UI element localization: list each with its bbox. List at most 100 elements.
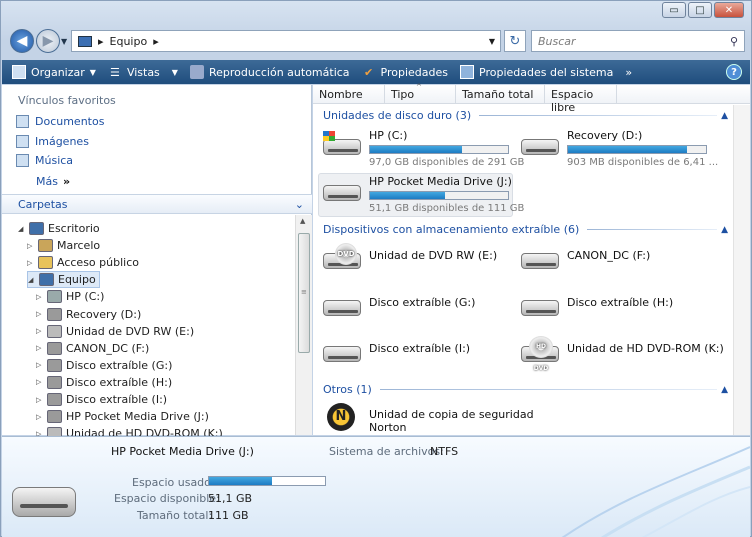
back-button[interactable]: ◀ — [10, 29, 34, 53]
drive-icon — [47, 375, 62, 389]
tree-item[interactable]: ▷ CANON_DC (F:) — [36, 340, 149, 357]
music-icon — [16, 154, 29, 167]
device-removable-h[interactable]: Disco extraíble (H:) — [519, 290, 673, 322]
tree-item[interactable]: ▷ Acceso público — [27, 254, 139, 271]
drive-icon — [321, 336, 363, 368]
column-header-name[interactable]: Nombre — [313, 85, 385, 104]
autoplay-button[interactable]: Reproducción automática — [184, 60, 356, 84]
views-label: Vistas — [126, 65, 160, 79]
device-canon-f[interactable]: CANON_DC (F:) — [519, 243, 650, 275]
expand-arrow-icon[interactable]: ▷ — [36, 344, 45, 352]
search-input[interactable]: Buscar ⚲ — [531, 30, 745, 52]
expand-arrow-icon[interactable]: ▷ — [36, 310, 45, 318]
device-removable-g[interactable]: Disco extraíble (G:) — [321, 290, 475, 322]
maximize-button[interactable]: □ — [688, 2, 712, 18]
breadcrumb-separator[interactable]: ▸ — [98, 35, 104, 48]
collapse-icon[interactable]: ▲ — [721, 111, 728, 121]
group-other[interactable]: Otros (1) ▲ — [323, 383, 728, 396]
chevron-down-icon[interactable]: ⌄ — [295, 198, 304, 211]
expand-arrow-icon[interactable]: ◢ — [28, 276, 37, 284]
favorite-documents[interactable]: Documentos — [16, 115, 104, 128]
folders-header[interactable]: Carpetas ⌄ — [2, 194, 312, 214]
group-hard-drives[interactable]: Unidades de disco duro (3) ▲ — [323, 109, 728, 122]
tree-item[interactable]: ▷ Disco extraíble (I:) — [36, 391, 167, 408]
collapse-icon[interactable]: ▲ — [721, 225, 728, 235]
user-folder-icon — [38, 239, 53, 253]
tree-item[interactable]: ▷ HP Pocket Media Drive (J:) — [36, 408, 209, 425]
expand-arrow-icon[interactable]: ▷ — [27, 242, 36, 250]
drive-free-space: 97,0 GB disponibles de 291 GB — [369, 157, 525, 168]
group-removable[interactable]: Dispositivos con almacenamiento extraíbl… — [323, 223, 728, 236]
tree-item-label: HP (C:) — [66, 290, 105, 304]
drive-hp-c[interactable]: HP (C:) 97,0 GB disponibles de 291 GB — [321, 129, 524, 168]
explorer-window: ▭ □ ✕ ◀ ▶ ▼ ▸ Equipo ▸ ▼ ↻ Buscar ⚲ Orga… — [0, 0, 752, 537]
address-bar[interactable]: ▸ Equipo ▸ ▼ — [71, 30, 501, 52]
device-dvd-rw-e[interactable]: DVD Unidad de DVD RW (E:) — [321, 243, 497, 275]
minimize-button[interactable]: ▭ — [662, 2, 686, 18]
drive-icon — [47, 358, 62, 372]
drive-icon — [321, 175, 363, 207]
tree-item[interactable]: ◢ Equipo — [27, 271, 100, 289]
scrollbar-thumb[interactable]: ≡ — [298, 233, 310, 353]
command-bar: Organizar ▼ ☰ Vistas ▼ Reproducción auto… — [2, 60, 750, 84]
favorites-more[interactable]: Más » — [36, 175, 70, 188]
expand-arrow-icon[interactable]: ▷ — [36, 413, 45, 421]
breadcrumb-equipo[interactable]: Equipo — [110, 35, 148, 48]
tree-item[interactable]: ▷ Recovery (D:) — [36, 306, 141, 323]
collapse-icon[interactable]: ▲ — [721, 385, 728, 395]
expand-arrow-icon[interactable]: ▷ — [36, 361, 45, 369]
help-icon[interactable]: ? — [726, 64, 742, 80]
tree-item[interactable]: ▷ Unidad de DVD RW (E:) — [36, 323, 194, 340]
drive-name: HP (C:) — [369, 129, 408, 142]
refresh-button[interactable]: ↻ — [504, 30, 526, 52]
device-hd-dvd-k[interactable]: HD DVD Unidad de HD DVD-ROM (K:) — [519, 336, 724, 372]
organize-button[interactable]: Organizar ▼ — [2, 60, 102, 84]
column-header-type[interactable]: Tipo ^ — [385, 83, 456, 104]
close-button[interactable]: ✕ — [714, 2, 744, 18]
system-properties-button[interactable]: Propiedades del sistema — [454, 60, 619, 84]
system-properties-label: Propiedades del sistema — [479, 65, 614, 79]
address-dropdown-icon[interactable]: ▼ — [489, 37, 495, 46]
drive-hp-pocket-j[interactable]: HP Pocket Media Drive (J:) 51,1 GB dispo… — [321, 175, 524, 214]
tree-item[interactable]: ◢ Escritorio — [18, 220, 100, 237]
folder-tree-scrollbar[interactable]: ▲ ≡ — [295, 215, 312, 435]
tree-item[interactable]: ▷ Marcelo — [27, 237, 100, 254]
expand-arrow-icon[interactable]: ▷ — [36, 396, 45, 404]
group-title: Dispositivos con almacenamiento extraíbl… — [323, 223, 580, 236]
views-button[interactable]: ☰ Vistas ▼ — [102, 60, 184, 84]
expand-arrow-icon[interactable]: ▷ — [27, 259, 36, 267]
tree-item[interactable]: ▷ HP (C:) — [36, 288, 104, 305]
drive-icon — [47, 410, 62, 424]
drive-large-icon — [12, 479, 78, 521]
recent-pages-dropdown[interactable]: ▼ — [61, 37, 67, 46]
expand-arrow-icon[interactable]: ◢ — [18, 225, 27, 233]
device-name: Disco extraíble (I:) — [369, 342, 471, 355]
forward-button[interactable]: ▶ — [36, 29, 60, 53]
search-icon[interactable]: ⚲ — [730, 35, 738, 48]
more-commands-button[interactable]: » — [619, 60, 638, 84]
expand-arrow-icon[interactable]: ▷ — [36, 327, 45, 335]
drive-recovery-d[interactable]: Recovery (D:) 903 MB disponibles de 6,41… — [519, 129, 718, 168]
tree-item[interactable]: ▷ Disco extraíble (H:) — [36, 374, 172, 391]
favorite-music[interactable]: Música — [16, 154, 73, 167]
drive-free-space: 51,1 GB disponibles de 111 GB — [369, 203, 525, 214]
properties-button[interactable]: ✔ Propiedades — [356, 60, 454, 84]
group-title: Otros (1) — [323, 383, 372, 396]
details-pane: HP Pocket Media Drive (J:) Sistema de ar… — [2, 436, 750, 537]
properties-label: Propiedades — [380, 65, 449, 79]
breadcrumb-chevron[interactable]: ▸ — [153, 35, 159, 48]
norton-backup-drive[interactable]: N Unidad de copia de seguridad Norton — [321, 403, 534, 435]
tree-item[interactable]: ▷ Disco extraíble (G:) — [36, 357, 172, 374]
favorite-pictures[interactable]: Imágenes — [16, 135, 89, 148]
column-header-total-size[interactable]: Tamaño total — [456, 85, 545, 104]
expand-arrow-icon[interactable]: ▷ — [36, 293, 45, 301]
column-header-free-space[interactable]: Espacio libre — [545, 85, 617, 114]
content-pane: Nombre Tipo ^ Tamaño total Espacio libre… — [313, 83, 750, 435]
content-scrollbar[interactable] — [733, 105, 750, 435]
favorite-label: Música — [35, 154, 74, 167]
scroll-up-icon[interactable]: ▲ — [300, 217, 305, 225]
device-removable-i[interactable]: Disco extraíble (I:) — [321, 336, 470, 368]
tree-item-label: Escritorio — [48, 222, 100, 235]
expand-arrow-icon[interactable]: ▷ — [36, 378, 45, 386]
device-name-line2: Norton — [369, 421, 407, 434]
